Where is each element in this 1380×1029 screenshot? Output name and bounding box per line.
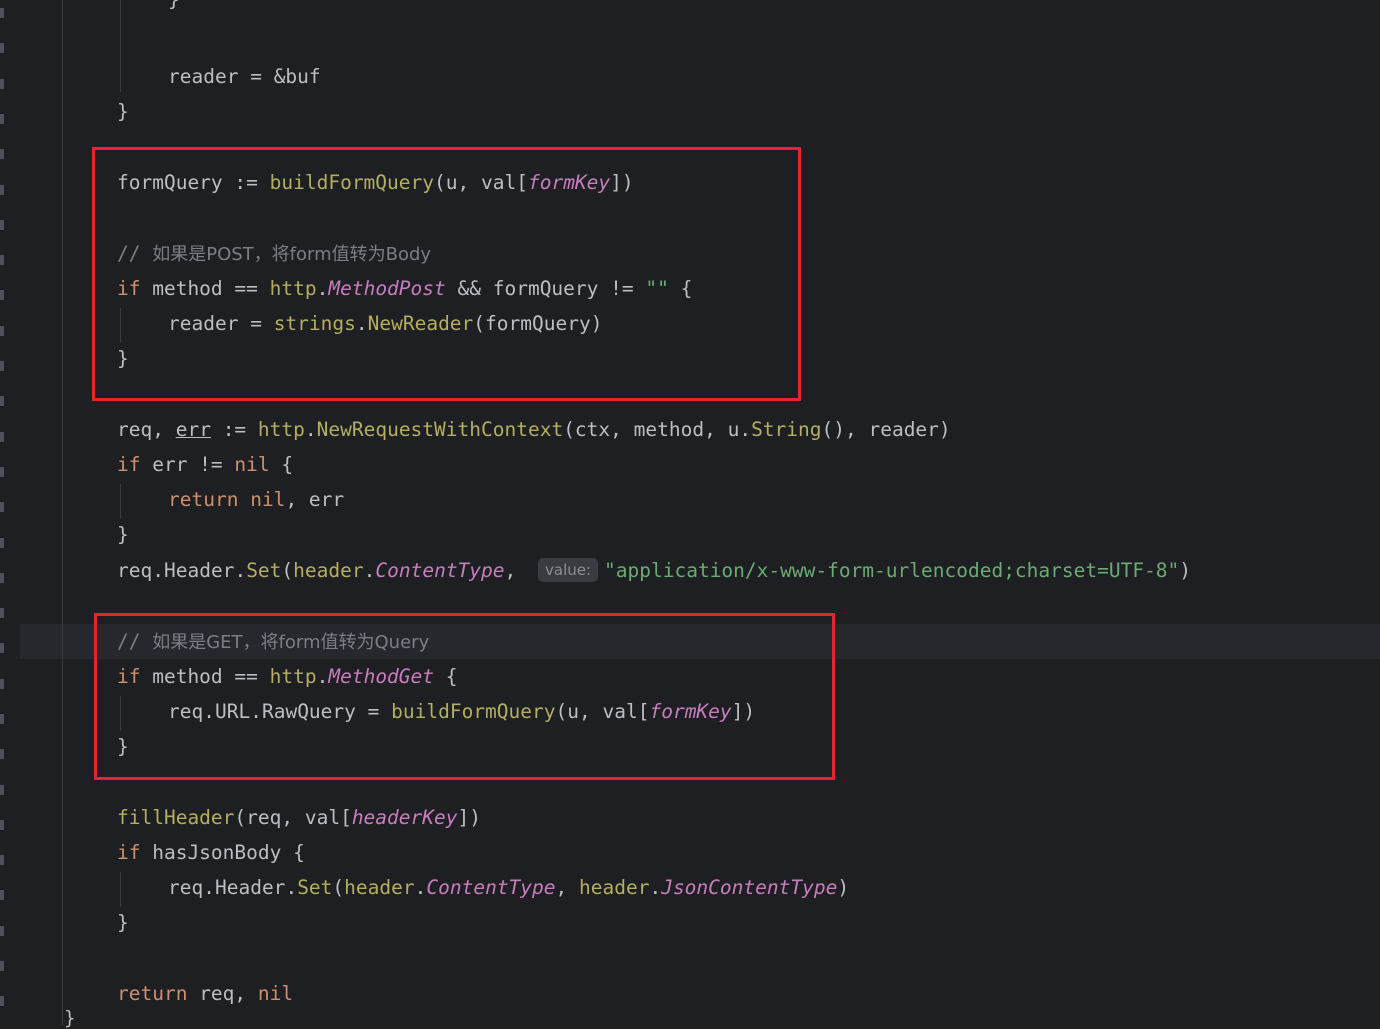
code-editor[interactable]: } reader = &buf } formQuery := buildForm…: [0, 0, 1380, 1029]
line-number-mark: [0, 185, 4, 195]
indent-guide: [120, 484, 121, 519]
line-number-mark: [0, 114, 4, 124]
code-line[interactable]: fillHeader(req, val[headerKey]): [117, 800, 481, 835]
indent-guide: [120, 872, 121, 907]
highlight-box-post: [92, 147, 801, 401]
fold-rail: [62, 0, 63, 1025]
line-number-mark: [0, 926, 4, 936]
line-number-mark: [0, 608, 4, 618]
line-number-mark: [0, 432, 4, 442]
line-number-mark: [0, 679, 4, 689]
code-line[interactable]: }: [117, 905, 129, 940]
line-number-mark: [0, 961, 4, 971]
line-number-mark: [0, 43, 4, 53]
line-number-mark: [0, 785, 4, 795]
line-number-mark: [0, 467, 4, 477]
line-number-mark: [0, 714, 4, 724]
line-number-mark: [0, 538, 4, 548]
line-number-mark: [0, 149, 4, 159]
code-line[interactable]: }: [117, 517, 129, 552]
code-line[interactable]: return nil, err: [168, 482, 344, 517]
line-number-mark: [0, 502, 4, 512]
line-number-mark: [0, 79, 4, 89]
line-number-mark: [0, 326, 4, 336]
line-number-mark: [0, 573, 4, 583]
line-number-mark: [0, 396, 4, 406]
line-number-mark: [0, 890, 4, 900]
line-number-mark: [0, 855, 4, 865]
line-number-mark: [0, 996, 4, 1006]
line-number-mark: [0, 8, 4, 18]
code-line[interactable]: req, err := http.NewRequestWithContext(c…: [117, 412, 951, 447]
code-line[interactable]: if hasJsonBody {: [117, 835, 305, 870]
line-number-mark: [0, 361, 4, 371]
code-line[interactable]: return req, nil: [117, 976, 293, 1011]
line-gutter[interactable]: [0, 0, 20, 1025]
line-number-mark: [0, 255, 4, 265]
line-number-mark: [0, 749, 4, 759]
code-line[interactable]: }: [117, 94, 129, 129]
function-close-brace: }: [64, 1007, 76, 1029]
code-line[interactable]: }: [168, 0, 180, 17]
line-number-mark: [0, 643, 4, 653]
code-line[interactable]: reader = &buf: [168, 59, 321, 94]
indent-guide: [120, 0, 121, 92]
code-line[interactable]: if err != nil {: [117, 447, 293, 482]
highlight-box-get: [94, 613, 835, 780]
line-number-mark: [0, 820, 4, 830]
line-number-mark: [0, 290, 4, 300]
line-number-mark: [0, 220, 4, 230]
parameter-hint: value:: [538, 557, 599, 582]
code-line[interactable]: req.Header.Set(header.ContentType, value…: [117, 553, 1191, 588]
code-line[interactable]: req.Header.Set(header.ContentType, heade…: [168, 870, 849, 905]
